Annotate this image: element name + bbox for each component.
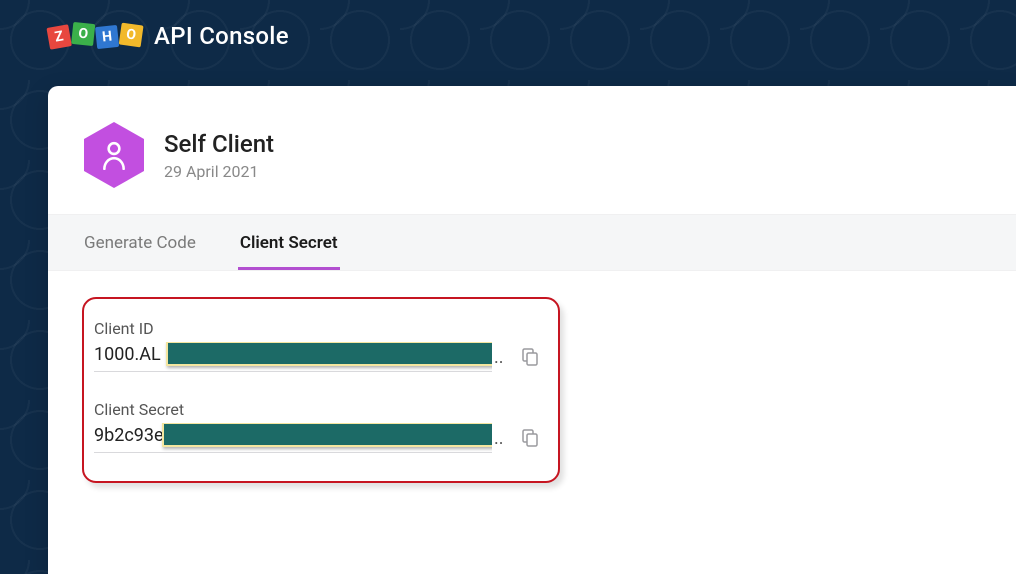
logo-letter: O [119, 23, 144, 48]
field-client-id: Client ID 1000.AL .. [94, 319, 540, 372]
copy-icon [522, 429, 538, 447]
client-header: Self Client 29 April 2021 [48, 86, 1016, 214]
logo-letter: O [71, 22, 95, 46]
client-created-date: 29 April 2021 [164, 162, 274, 181]
field-client-secret: Client Secret 9b2c93e .. [94, 400, 540, 453]
tab-client-secret[interactable]: Client Secret [238, 215, 340, 270]
copy-icon [522, 348, 538, 366]
client-secret-panel: Client ID 1000.AL .. Cli [48, 271, 1016, 509]
logo-letter: Z [46, 24, 71, 49]
client-hexagon-icon [82, 120, 146, 190]
copy-client-id-button[interactable] [520, 347, 540, 367]
copy-client-secret-button[interactable] [520, 428, 540, 448]
redaction-bar [166, 342, 492, 366]
client-secret-visible-text: 9b2c93e [94, 425, 164, 446]
main-card: Self Client 29 April 2021 Generate Code … [48, 86, 1016, 574]
client-id-visible-text: 1000.AL [94, 344, 161, 365]
client-name: Self Client [164, 130, 274, 158]
person-icon [101, 140, 127, 170]
client-secret-value[interactable]: 9b2c93e [94, 423, 492, 453]
client-id-label: Client ID [94, 319, 540, 338]
tab-generate-code[interactable]: Generate Code [82, 215, 198, 270]
callout-highlight-box: Client ID 1000.AL .. Cli [82, 297, 560, 483]
tab-bar: Generate Code Client Secret [48, 214, 1016, 271]
client-id-value[interactable]: 1000.AL [94, 342, 492, 372]
truncation-ellipsis: .. [492, 347, 510, 368]
client-secret-label: Client Secret [94, 400, 540, 419]
app-header: Z O H O API Console [0, 0, 1016, 72]
truncation-ellipsis: .. [492, 428, 510, 449]
redaction-bar [162, 423, 492, 447]
app-title: API Console [154, 22, 289, 50]
logo-letter: H [95, 25, 119, 49]
zoho-logo: Z O H O [48, 25, 142, 47]
